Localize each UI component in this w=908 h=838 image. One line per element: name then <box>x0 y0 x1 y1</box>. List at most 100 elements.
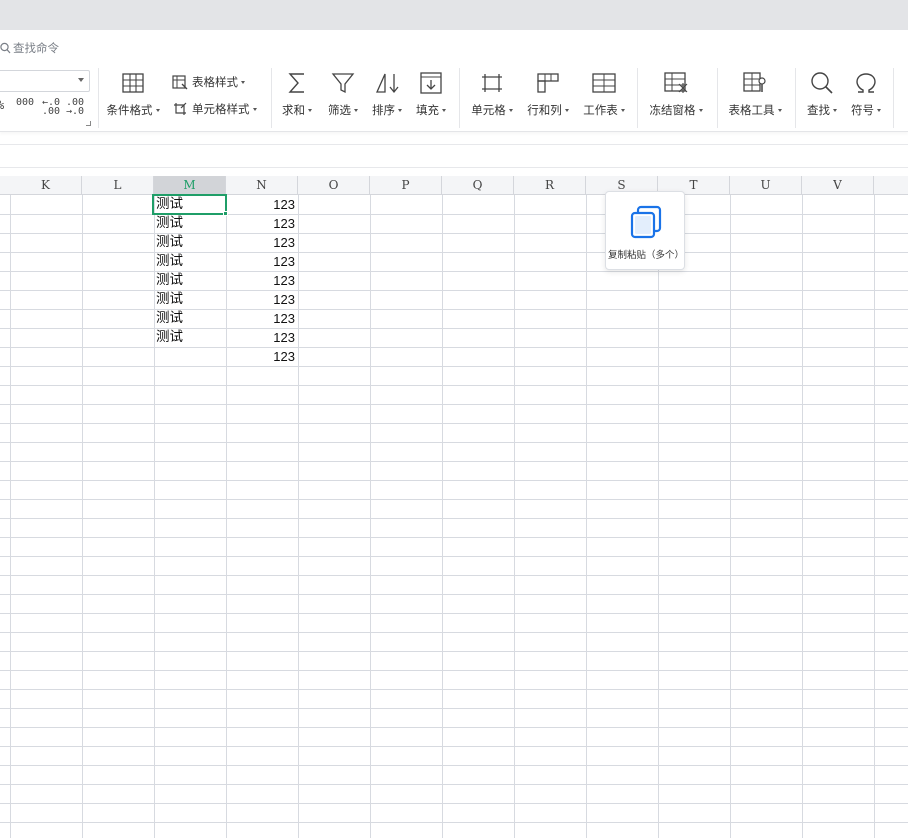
grid-column-line <box>730 195 731 838</box>
filter-button[interactable]: 筛选 <box>323 70 363 118</box>
grid-column-line <box>802 195 803 838</box>
find-button[interactable]: 查找 <box>802 70 842 118</box>
grid-row-line <box>0 328 908 329</box>
row-column-label: 行和列 <box>527 103 562 117</box>
decrease-decimal-button[interactable]: .00 →.0 <box>66 98 84 117</box>
grid-row-line <box>0 822 908 823</box>
table-style-button[interactable]: 表格样式 <box>172 74 245 90</box>
cell-n9[interactable]: 123 <box>226 347 298 366</box>
column-header-l[interactable]: L <box>82 176 154 195</box>
conditional-format-button[interactable]: 条件格式 <box>103 70 163 118</box>
sort-label: 排序 <box>372 103 395 117</box>
cell-n2[interactable]: 123 <box>226 214 298 233</box>
grid-column-line <box>10 195 11 838</box>
worksheet-button[interactable]: 工作表 <box>578 70 630 118</box>
ribbon-separator <box>271 68 272 128</box>
grid-row-line <box>0 594 908 595</box>
column-header-n[interactable]: N <box>226 176 298 195</box>
cell-n5[interactable]: 123 <box>226 271 298 290</box>
cell-style-button[interactable]: 单元格样式 <box>172 101 257 117</box>
grid-row-line <box>0 442 908 443</box>
cell-m4[interactable]: 测试 <box>154 252 226 271</box>
grid-row-line <box>0 404 908 405</box>
freeze-panes-button[interactable]: 冻结窗格 <box>644 70 708 118</box>
window-top-strip <box>0 0 908 30</box>
copy-paste-multiple-popup[interactable]: 复制粘贴（多个） <box>605 191 685 270</box>
cell-n8[interactable]: 123 <box>226 328 298 347</box>
grid-column-line <box>874 195 875 838</box>
grid-row-line <box>0 252 908 253</box>
sum-button[interactable]: 求和 <box>279 70 315 118</box>
active-cell-selection <box>152 194 227 215</box>
cell-n7[interactable]: 123 <box>226 309 298 328</box>
thousands-separator-button[interactable]: 000 <box>16 98 34 108</box>
grid-row-line <box>0 518 908 519</box>
grid-row-line <box>0 537 908 538</box>
cell-n6[interactable]: 123 <box>226 290 298 309</box>
copy-paste-icon <box>630 205 662 239</box>
cell-m7[interactable]: 测试 <box>154 309 226 328</box>
sort-icon <box>375 73 399 94</box>
grid-column-line <box>82 195 83 838</box>
cell-m5[interactable]: 测试 <box>154 271 226 290</box>
grid-row-line <box>0 670 908 671</box>
row-column-button[interactable]: 行和列 <box>522 70 574 118</box>
table-style-icon <box>172 74 188 89</box>
column-header-k[interactable]: K <box>10 176 82 195</box>
cell-button[interactable]: 单元格 <box>466 70 518 118</box>
grid-row-line <box>0 784 908 785</box>
ribbon-separator <box>98 68 99 128</box>
cell-style-label: 单元格样式 <box>192 102 250 116</box>
grid-row-line <box>0 271 908 272</box>
cell-m8[interactable]: 测试 <box>154 328 226 347</box>
command-search-label: 查找命令 <box>13 41 59 55</box>
omega-icon <box>856 73 876 93</box>
grid-row-line <box>0 499 908 500</box>
cell-style-icon <box>174 102 187 115</box>
number-format-dropdown[interactable] <box>0 70 90 92</box>
grid-row-line <box>0 651 908 652</box>
column-header-o[interactable]: O <box>298 176 370 195</box>
freeze-panes-label: 冻结窗格 <box>649 103 696 117</box>
grid-row-line <box>0 461 908 462</box>
grid-row-line <box>0 803 908 804</box>
fill-down-icon <box>420 72 442 94</box>
freeze-panes-icon <box>664 72 688 93</box>
sort-button[interactable]: 排序 <box>367 70 407 118</box>
table-tools-button[interactable]: 表格工具 <box>723 70 787 118</box>
find-label: 查找 <box>807 103 830 117</box>
percent-style-button[interactable]: % <box>0 99 4 111</box>
increase-decimal-button[interactable]: ←.0 .00 <box>42 98 60 117</box>
conditional-format-label: 条件格式 <box>106 103 153 117</box>
dialog-launcher-icon[interactable] <box>86 121 91 126</box>
fill-handle[interactable] <box>223 211 228 216</box>
grid-column-line <box>298 195 299 838</box>
command-search[interactable]: 查找命令 <box>0 38 59 58</box>
grid-row-line <box>0 290 908 291</box>
column-header-r[interactable]: R <box>514 176 586 195</box>
table-tools-label: 表格工具 <box>728 103 775 117</box>
symbol-button[interactable]: 符号 <box>846 70 886 118</box>
column-header-q[interactable]: Q <box>442 176 514 195</box>
symbol-label: 符号 <box>851 103 874 117</box>
grid-row-line <box>0 423 908 424</box>
grid-row-line <box>0 385 908 386</box>
cell-m2[interactable]: 测试 <box>154 214 226 233</box>
cell-m6[interactable]: 测试 <box>154 290 226 309</box>
column-header-v[interactable]: V <box>802 176 874 195</box>
grid-column-line <box>514 195 515 838</box>
cell-n1[interactable]: 123 <box>226 195 298 214</box>
column-header-p[interactable]: P <box>370 176 442 195</box>
column-header-m[interactable]: M <box>154 176 226 195</box>
cell-n3[interactable]: 123 <box>226 233 298 252</box>
grid-row-line <box>0 632 908 633</box>
grid-column-line <box>370 195 371 838</box>
cell-n4[interactable]: 123 <box>226 252 298 271</box>
column-header-u[interactable]: U <box>730 176 802 195</box>
formula-bar[interactable] <box>0 144 908 168</box>
column-header-w[interactable]: W <box>874 176 908 195</box>
grid-row-line <box>0 746 908 747</box>
fill-button[interactable]: 填充 <box>411 70 451 118</box>
cell-m3[interactable]: 测试 <box>154 233 226 252</box>
conditional-format-icon <box>122 73 144 93</box>
